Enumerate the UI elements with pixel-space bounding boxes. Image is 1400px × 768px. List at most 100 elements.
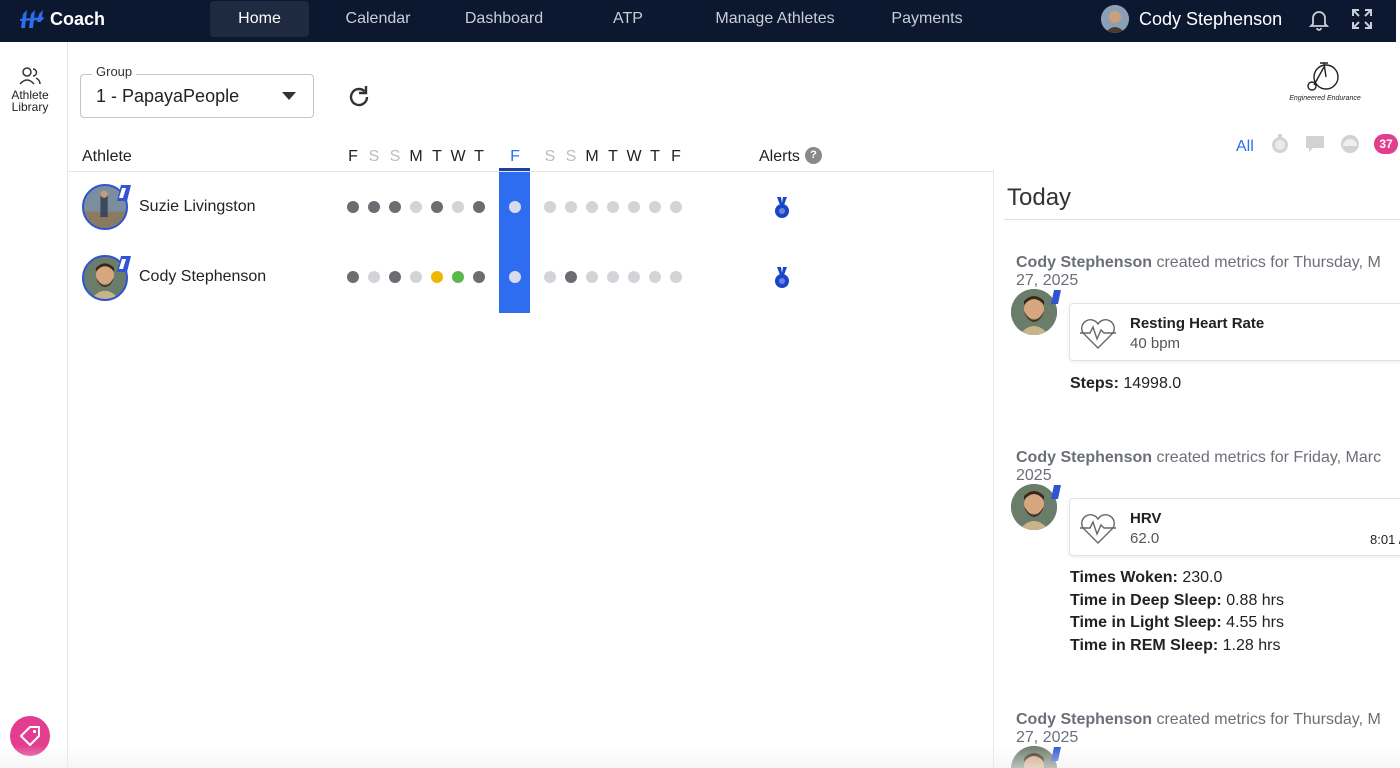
feed-entry-text: created metrics for Friday, Marc <box>1152 449 1382 466</box>
activity-dot[interactable] <box>509 271 521 283</box>
group-label: Group <box>92 64 137 79</box>
notification-count-badge[interactable]: 37 <box>1374 134 1398 154</box>
metric-extra-line: Time in Light Sleep: 4.55 hrs <box>1070 614 1284 632</box>
metric-extra-line: Time in REM Sleep: 1.28 hrs <box>1070 637 1280 655</box>
metric-card[interactable]: HRV 62.0 8:01 / <box>1069 498 1400 556</box>
activity-dot[interactable] <box>586 271 598 283</box>
activity-dot[interactable] <box>431 271 443 283</box>
activity-dot[interactable] <box>649 201 661 213</box>
activity-dot[interactable] <box>347 201 359 213</box>
metric-extra-line: Steps: 14998.0 <box>1070 375 1181 393</box>
metric-extra-value: 230.0 <box>1177 569 1223 586</box>
activity-dot[interactable] <box>607 271 619 283</box>
fullscreen-icon[interactable] <box>1350 7 1374 31</box>
feed-author[interactable]: Cody Stephenson <box>1016 449 1152 466</box>
activity-dot[interactable] <box>565 201 577 213</box>
nav-manage-athletes[interactable]: Manage Athletes <box>700 0 850 42</box>
activity-dot[interactable] <box>452 201 464 213</box>
brand-icon <box>20 10 44 28</box>
day-header: W <box>450 148 466 165</box>
user-name[interactable]: Cody Stephenson <box>1139 9 1282 30</box>
nav-calendar[interactable]: Calendar <box>330 0 426 42</box>
athlete-name[interactable]: Cody Stephenson <box>139 268 266 286</box>
brand-logo[interactable]: Coach <box>20 8 105 30</box>
bell-icon[interactable] <box>1307 7 1331 31</box>
activity-dot[interactable] <box>473 201 485 213</box>
top-navigation-bar: Coach Home Calendar Dashboard ATP Manage… <box>0 0 1400 42</box>
activity-dot[interactable] <box>410 271 422 283</box>
day-header: W <box>626 148 642 165</box>
today-column-highlight <box>499 168 530 313</box>
nav-payments[interactable]: Payments <box>878 0 976 42</box>
day-header: S <box>389 148 401 165</box>
metric-extra-value: 4.55 hrs <box>1221 614 1284 631</box>
activity-dot[interactable] <box>670 271 682 283</box>
day-header: T <box>650 148 660 165</box>
activity-dot[interactable] <box>607 201 619 213</box>
activity-dot[interactable] <box>628 271 640 283</box>
heart-rate-icon <box>1080 514 1116 544</box>
athlete-column-header: Athlete <box>82 148 132 165</box>
metric-extra-value: 1.28 hrs <box>1218 637 1281 654</box>
athlete-library-icon[interactable] <box>18 66 42 86</box>
metric-name: HRV <box>1130 510 1162 527</box>
logo-text: Engineered Endurance <box>1289 95 1361 102</box>
activity-dot[interactable] <box>368 201 380 213</box>
metric-extra-line: Times Woken: 230.0 <box>1070 569 1222 587</box>
activity-dot[interactable] <box>565 271 577 283</box>
activity-dot[interactable] <box>649 271 661 283</box>
activity-dot[interactable] <box>473 271 485 283</box>
activity-dot[interactable] <box>368 271 380 283</box>
activity-dot[interactable] <box>509 201 521 213</box>
chevron-down-icon[interactable] <box>282 92 296 100</box>
athlete-name[interactable]: Suzie Livingston <box>139 198 256 216</box>
refresh-icon[interactable] <box>346 84 372 110</box>
metric-value: 62.0 <box>1130 530 1160 547</box>
metric-card[interactable]: Resting Heart Rate 40 bpm <box>1069 303 1400 361</box>
day-header: M <box>585 148 599 165</box>
gauge-filter-icon[interactable] <box>1340 134 1360 154</box>
feed-entry-header: Cody Stephenson created metrics for Thur… <box>1016 710 1400 729</box>
athlete-library-label-line2: Library <box>11 100 49 114</box>
feed-entry-date: 27, 2025 <box>1016 272 1079 289</box>
filter-all[interactable]: All <box>1236 138 1254 156</box>
day-header: T <box>432 148 442 165</box>
day-header: F <box>510 148 520 165</box>
activity-dot[interactable] <box>431 201 443 213</box>
feed-title: Today <box>1007 184 1072 211</box>
comment-filter-icon[interactable] <box>1305 134 1325 154</box>
nav-home[interactable]: Home <box>210 1 309 37</box>
activity-dot[interactable] <box>389 201 401 213</box>
brand-name: Coach <box>50 8 106 29</box>
feed-badge-icon <box>1051 485 1061 499</box>
help-icon[interactable]: ? <box>805 147 822 164</box>
metric-extra-label: Times Woken: <box>1070 569 1178 586</box>
group-value[interactable]: 1 - PapayaPeople <box>96 86 239 107</box>
user-avatar[interactable] <box>1101 5 1129 33</box>
feed-author[interactable]: Cody Stephenson <box>1016 254 1152 271</box>
feed-author[interactable]: Cody Stephenson <box>1016 711 1152 728</box>
activity-dot[interactable] <box>389 271 401 283</box>
feed-entry-text: created metrics for Thursday, M <box>1152 254 1381 271</box>
activity-dot[interactable] <box>347 271 359 283</box>
athlete-library-label[interactable]: Athlete Library <box>0 89 60 113</box>
activity-dot[interactable] <box>586 201 598 213</box>
nav-dashboard[interactable]: Dashboard <box>448 0 560 42</box>
activity-dot[interactable] <box>628 201 640 213</box>
metric-name: Resting Heart Rate <box>1130 315 1265 332</box>
bottom-fade <box>0 745 1400 768</box>
metric-extra-label: Time in Light Sleep: <box>1070 614 1222 631</box>
day-header: S <box>368 148 380 165</box>
medal-alert-icon[interactable] <box>774 197 790 219</box>
activity-dot[interactable] <box>452 271 464 283</box>
metric-extra-value: 14998.0 <box>1118 375 1182 392</box>
activity-dot[interactable] <box>410 201 422 213</box>
left-rail: Athlete Library <box>0 42 68 768</box>
nav-atp[interactable]: ATP <box>598 0 658 42</box>
medal-alert-icon[interactable] <box>774 267 790 289</box>
day-header: T <box>608 148 618 165</box>
activity-dot[interactable] <box>544 201 556 213</box>
stopwatch-filter-icon[interactable] <box>1270 134 1290 154</box>
activity-dot[interactable] <box>544 271 556 283</box>
activity-dot[interactable] <box>670 201 682 213</box>
